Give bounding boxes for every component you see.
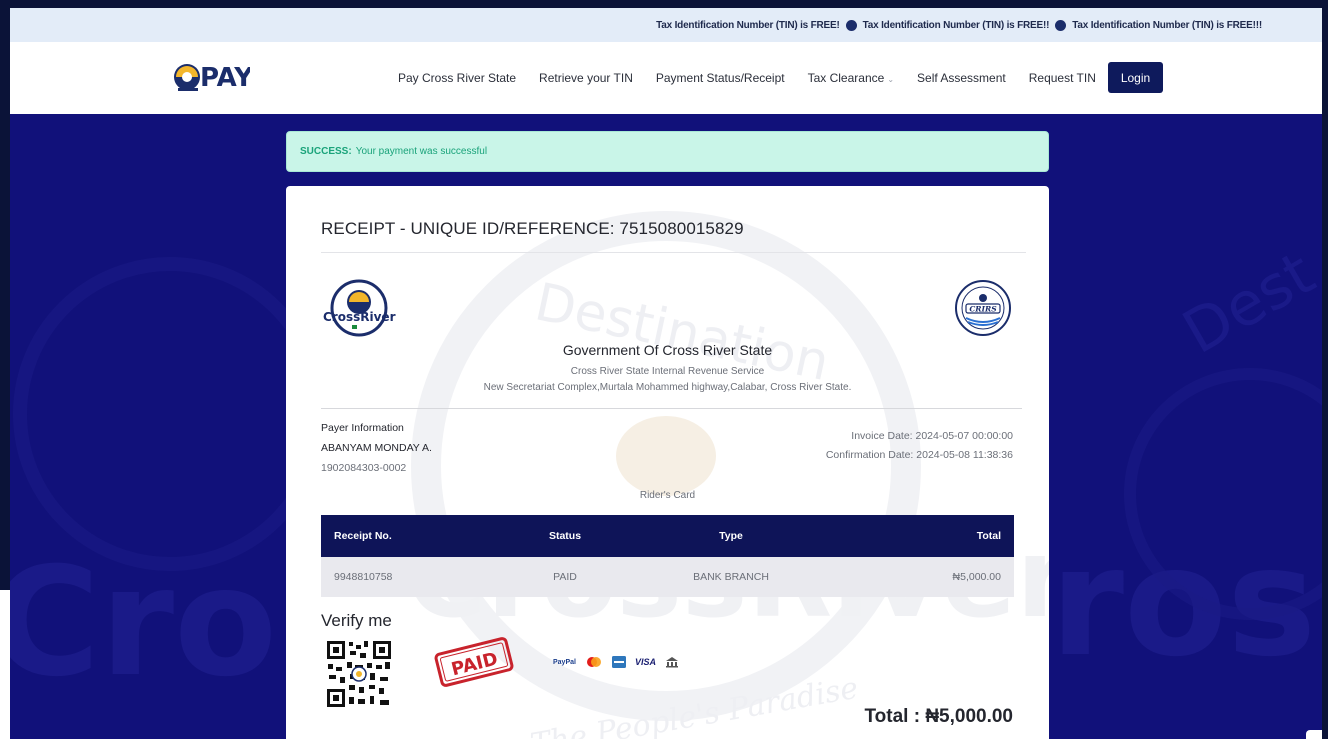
verification-qr-code[interactable] bbox=[325, 639, 393, 709]
marquee-item: Tax Identification Number (TIN) is FREE!… bbox=[862, 19, 1050, 31]
window-frame-right bbox=[1322, 0, 1328, 739]
payment-methods: PayPal VISA bbox=[553, 656, 679, 668]
divider bbox=[321, 252, 1026, 253]
table-header: Receipt No. Status Type Total bbox=[321, 515, 1014, 557]
payer-name: ABANYAM MONDAY A. bbox=[321, 442, 432, 454]
chevron-down-icon: ⌄ bbox=[887, 75, 895, 84]
svg-text:PAID: PAID bbox=[449, 649, 500, 681]
nav-tax-clearance-label: Tax Clearance bbox=[807, 71, 885, 85]
invoice-date: Invoice Date: 2024-05-07 00:00:00 bbox=[851, 430, 1013, 442]
window-frame-left bbox=[0, 0, 10, 590]
agency-name: Cross River State Internal Revenue Servi… bbox=[570, 366, 765, 377]
svg-text:The People's Paradise: The People's Paradise bbox=[528, 671, 861, 739]
nav-request-tin[interactable]: Request TIN bbox=[1029, 71, 1096, 85]
announcement-marquee: Tax Identification Number (TIN) is FREE!… bbox=[10, 8, 1322, 42]
paid-stamp: PAID bbox=[434, 637, 514, 687]
agency-address: New Secretariat Complex,Murtala Mohammed… bbox=[483, 382, 852, 393]
svg-text:CRIRS: CRIRS bbox=[969, 305, 997, 314]
divider bbox=[321, 408, 1022, 409]
amex-icon bbox=[611, 656, 626, 668]
svg-text:PAY: PAY bbox=[200, 63, 250, 93]
nav-self-assessment[interactable]: Self Assessment bbox=[917, 71, 1006, 85]
alert-status: SUCCESS: bbox=[300, 146, 352, 157]
nav-payment-status-receipt[interactable]: Payment Status/Receipt bbox=[656, 71, 785, 85]
crirs-seal: CRIRS bbox=[955, 280, 1011, 336]
bullet-icon bbox=[1055, 19, 1067, 31]
payment-item: Rider's Card bbox=[639, 490, 696, 501]
column-header: Total bbox=[976, 530, 1001, 542]
marquee-item: Tax Identification Number (TIN) is FREE! bbox=[656, 19, 840, 31]
table-row: 9948810758 PAID BANK BRANCH ₦5,000.00 bbox=[321, 557, 1014, 597]
receipt-table: Receipt No. Status Type Total 9948810758… bbox=[321, 515, 1014, 597]
column-header: Receipt No. bbox=[334, 530, 392, 542]
payer-tin: 1902084303-0002 bbox=[321, 462, 407, 474]
hero-section: Cro ross Dest SUCCESS: Your payment was … bbox=[10, 114, 1322, 739]
svg-text:ross: ross bbox=[1050, 516, 1322, 690]
receipt-number: 9948810758 bbox=[334, 571, 393, 583]
main-menu: Pay Cross River State Retrieve your TIN … bbox=[398, 42, 1119, 114]
nav-pay-cross-river-state[interactable]: Pay Cross River State bbox=[398, 71, 516, 85]
visa-icon: VISA bbox=[634, 657, 656, 667]
success-alert: SUCCESS: Your payment was successful bbox=[286, 131, 1049, 172]
receipt-card: Destination CrossRiver The People's Para… bbox=[286, 186, 1049, 739]
alert-message: Your payment was successful bbox=[355, 146, 488, 157]
government-name: Government Of Cross River State bbox=[562, 342, 773, 358]
bullet-icon bbox=[845, 19, 857, 31]
payment-type: BANK BRANCH bbox=[693, 571, 769, 583]
bank-icon bbox=[665, 657, 678, 668]
top-navbar: PAY Pay Cross River State Retrieve your … bbox=[10, 42, 1322, 114]
column-header: Type bbox=[719, 530, 743, 542]
column-header: Status bbox=[548, 530, 582, 542]
nav-tax-clearance[interactable]: Tax Clearance ⌄ bbox=[808, 71, 894, 85]
row-total: ₦5,000.00 bbox=[952, 571, 1001, 583]
receipt-title: RECEIPT - UNIQUE ID/REFERENCE: 751508001… bbox=[321, 219, 744, 238]
confirmation-date: Confirmation Date: 2024-05-08 11:38:36 bbox=[825, 449, 1013, 461]
svg-text:CrossRiver: CrossRiver bbox=[323, 310, 396, 324]
scroll-to-top-button[interactable] bbox=[1306, 730, 1322, 739]
svg-text:Dest: Dest bbox=[1172, 238, 1322, 368]
paypal-icon: PayPal bbox=[553, 658, 576, 666]
page: Tax Identification Number (TIN) is FREE!… bbox=[10, 8, 1322, 739]
receipt-total: Total : ₦5,000.00 bbox=[864, 706, 1013, 727]
payer-info-label: Payer Information bbox=[321, 422, 404, 434]
window-frame-left-lower bbox=[0, 590, 10, 739]
marquee-item: Tax Identification Number (TIN) is FREE!… bbox=[1072, 19, 1262, 31]
mastercard-icon bbox=[586, 657, 601, 667]
nav-retrieve-tin[interactable]: Retrieve your TIN bbox=[539, 71, 633, 85]
payment-status: PAID bbox=[553, 571, 577, 583]
cross-river-destination-logo: CrossRiver bbox=[323, 279, 396, 337]
login-button[interactable]: Login bbox=[1108, 62, 1163, 93]
verify-label: Verify me bbox=[321, 611, 392, 630]
window-frame-top bbox=[0, 0, 1328, 8]
pay-logo[interactable]: PAY bbox=[170, 56, 250, 100]
